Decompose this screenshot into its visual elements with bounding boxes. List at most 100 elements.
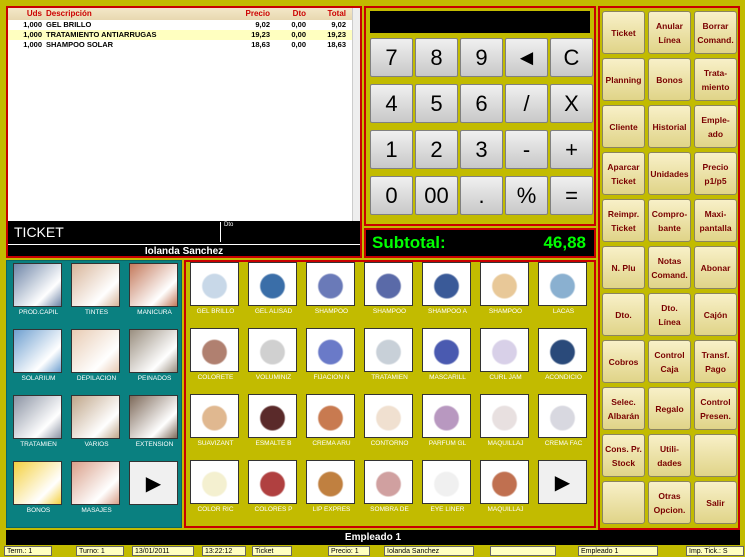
key-percent[interactable]: %: [505, 176, 548, 215]
product-tile[interactable]: MASCARILL: [420, 328, 473, 383]
product-image: [306, 394, 355, 438]
fn-dto-button[interactable]: Dto.: [602, 293, 645, 336]
category-tile[interactable]: VARIOS: [69, 395, 122, 450]
key-7[interactable]: 7: [370, 38, 413, 77]
fn-borrar-comand-button[interactable]: Borrar Comand.: [694, 11, 737, 54]
fn-cobros-button[interactable]: Cobros: [602, 340, 645, 383]
category-tile[interactable]: MASAJES: [69, 461, 122, 516]
category-tile[interactable]: SOLARIUM: [11, 329, 64, 384]
category-tile[interactable]: PROD.CAPIL: [11, 263, 64, 318]
next-product-page-button[interactable]: ▶: [536, 460, 589, 515]
key-clear[interactable]: C: [550, 38, 593, 77]
product-tile[interactable]: COLORES P: [246, 460, 299, 515]
product-tile[interactable]: CURL JAM: [478, 328, 531, 383]
key-0[interactable]: 0: [370, 176, 413, 215]
product-tile[interactable]: FIJACIÓN N: [304, 328, 357, 383]
ticket-row[interactable]: 1,000 TRATAMIENTO ANTIARRUGAS 19,23 0,00…: [8, 30, 360, 40]
fn-regalo-button[interactable]: Regalo: [648, 387, 691, 430]
fn-dto-l-nea-button[interactable]: Dto. Línea: [648, 293, 691, 336]
key-3[interactable]: 3: [460, 130, 503, 169]
fn-abonar-button[interactable]: Abonar: [694, 246, 737, 289]
ticket-row[interactable]: 1,000 GEL BRILLO 9,02 0,00 9,02: [8, 20, 360, 30]
key-9[interactable]: 9: [460, 38, 503, 77]
fn-ticket-button[interactable]: Ticket: [602, 11, 645, 54]
product-tile[interactable]: MAQUILLAJ: [478, 394, 531, 449]
product-tile[interactable]: COLORETE: [188, 328, 241, 383]
key-equals[interactable]: =: [550, 176, 593, 215]
key-backspace[interactable]: ◄: [505, 38, 548, 77]
key-5[interactable]: 5: [415, 84, 458, 123]
product-tile[interactable]: SHAMPOO: [304, 262, 357, 317]
ticket-row[interactable]: 1,000 SHAMPOO SOLAR 18,63 0,00 18,63: [8, 40, 360, 50]
product-tile[interactable]: MAQUILLAJ: [478, 460, 531, 515]
fn-compro-bante-button[interactable]: Compro- bante: [648, 199, 691, 242]
key-divide[interactable]: /: [505, 84, 548, 123]
fn-reimpr-ticket-button[interactable]: Reimpr. Ticket: [602, 199, 645, 242]
product-tile[interactable]: EYE LINER: [420, 460, 473, 515]
key-multiply[interactable]: X: [550, 84, 593, 123]
product-tile[interactable]: COLOR RIC: [188, 460, 241, 515]
key-2[interactable]: 2: [415, 130, 458, 169]
fn-transf-pago-button[interactable]: Transf. Pago: [694, 340, 737, 383]
play-arrow-icon: ▶: [129, 461, 178, 505]
product-tile[interactable]: SHAMPOO A: [420, 262, 473, 317]
key-4[interactable]: 4: [370, 84, 413, 123]
product-tile[interactable]: GEL BRILLO: [188, 262, 241, 317]
fn-cliente-button[interactable]: Cliente: [602, 105, 645, 148]
product-tile[interactable]: TRATAMIEN: [362, 328, 415, 383]
fn-blank-button[interactable]: [602, 481, 645, 524]
fn-planning-button[interactable]: Planning: [602, 58, 645, 101]
fn-emple-ado-button[interactable]: Emple- ado: [694, 105, 737, 148]
fn-bonos-button[interactable]: Bonos: [648, 58, 691, 101]
category-tile[interactable]: TINTES: [69, 263, 122, 318]
fn-utili-dades-button[interactable]: Utili- dades: [648, 434, 691, 477]
fn-n-plu-button[interactable]: N. Plu: [602, 246, 645, 289]
product-tile[interactable]: CREMA FAC: [536, 394, 589, 449]
fn-precio-p1-p5-button[interactable]: Precio p1/p5: [694, 152, 737, 195]
product-label: LACAS: [552, 308, 575, 315]
product-tile[interactable]: GEL ALISAD: [246, 262, 299, 317]
product-tile[interactable]: SHAMPOO: [362, 262, 415, 317]
fn-caj-n-button[interactable]: Cajón: [694, 293, 737, 336]
key-minus[interactable]: -: [505, 130, 548, 169]
fn-selec-albar-n-button[interactable]: Selec. Albarán: [602, 387, 645, 430]
key-6[interactable]: 6: [460, 84, 503, 123]
product-tile[interactable]: LIP EXPRES: [304, 460, 357, 515]
key-00[interactable]: 00: [415, 176, 458, 215]
fn-unidades-button[interactable]: Unidades: [648, 152, 691, 195]
category-tile[interactable]: MANICURA: [127, 263, 180, 318]
fn-historial-button[interactable]: Historial: [648, 105, 691, 148]
category-tile[interactable]: DEPILACIÓN: [69, 329, 122, 384]
category-tile[interactable]: TRATAMIEN: [11, 395, 64, 450]
fn-control-caja-button[interactable]: Control Caja: [648, 340, 691, 383]
product-tile[interactable]: SUAVIZANT: [188, 394, 241, 449]
ticket-scrollbar[interactable]: [352, 8, 360, 221]
fn-control-presen-button[interactable]: Control Presen.: [694, 387, 737, 430]
category-tile[interactable]: EXTENSION: [127, 395, 180, 450]
product-tile[interactable]: PARFUM GL: [420, 394, 473, 449]
fn-trata-miento-button[interactable]: Trata- miento: [694, 58, 737, 101]
product-tile[interactable]: CONTORNO: [362, 394, 415, 449]
product-tile[interactable]: VOLUMINIZ: [246, 328, 299, 383]
fn-otras-opcion-button[interactable]: Otras Opcion.: [648, 481, 691, 524]
fn-notas-comand-button[interactable]: Notas Comand.: [648, 246, 691, 289]
fn-anular-l-nea-button[interactable]: Anular Línea: [648, 11, 691, 54]
next-category-page-button[interactable]: ▶: [127, 461, 180, 516]
product-tile[interactable]: SOMBRA DE: [362, 460, 415, 515]
key-decimal[interactable]: .: [460, 176, 503, 215]
product-tile[interactable]: CREMA ARU: [304, 394, 357, 449]
key-plus[interactable]: +: [550, 130, 593, 169]
fn-blank-button[interactable]: [694, 434, 737, 477]
category-tile[interactable]: PEINADOS: [127, 329, 180, 384]
fn-maxi-pantalla-button[interactable]: Maxi- pantalla: [694, 199, 737, 242]
product-tile[interactable]: ESMALTE B: [246, 394, 299, 449]
product-tile[interactable]: ACONDICIO: [536, 328, 589, 383]
fn-aparcar-ticket-button[interactable]: Aparcar Ticket: [602, 152, 645, 195]
fn-salir-button[interactable]: Salir: [694, 481, 737, 524]
key-8[interactable]: 8: [415, 38, 458, 77]
key-1[interactable]: 1: [370, 130, 413, 169]
fn-cons-pr-stock-button[interactable]: Cons. Pr. Stock: [602, 434, 645, 477]
product-tile[interactable]: SHAMPOO: [478, 262, 531, 317]
product-tile[interactable]: LACAS: [536, 262, 589, 317]
category-tile[interactable]: BONOS: [11, 461, 64, 516]
